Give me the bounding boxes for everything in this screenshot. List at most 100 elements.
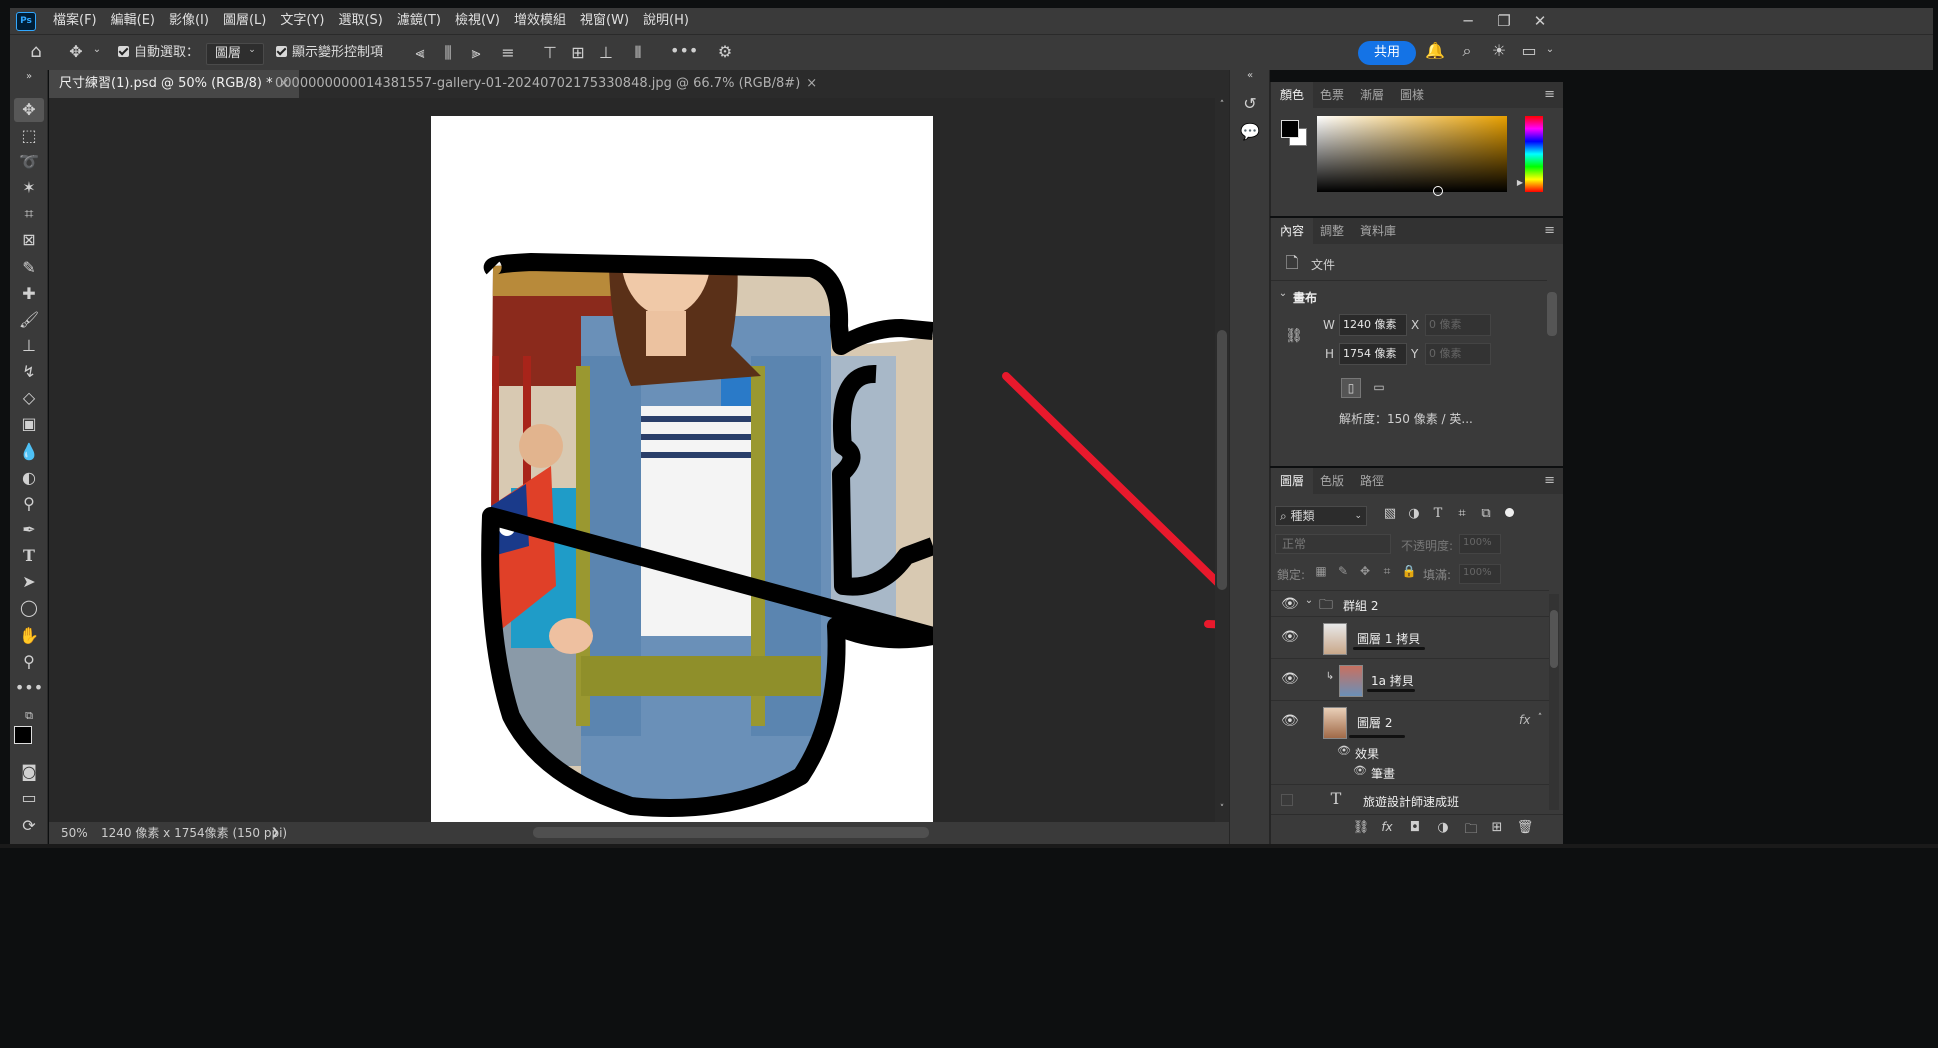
history-panel-icon[interactable]: ↺ [1237, 94, 1263, 113]
tab-adjustments[interactable]: 調整 [1311, 218, 1353, 244]
layer-row-text[interactable]: T 旅遊設計師速成班 [1271, 784, 1549, 815]
blend-mode-select[interactable]: 正常 [1275, 534, 1391, 554]
new-group-icon[interactable]: 🗀 [1461, 820, 1481, 842]
color-picker-field[interactable] [1317, 116, 1507, 192]
eye-icon[interactable]: 👁 [1281, 629, 1299, 645]
align-top-icon[interactable]: ⊤ [540, 43, 560, 62]
dodge-tool-icon[interactable]: ◐ [14, 466, 44, 490]
auto-select-checkbox[interactable]: 自動選取： [118, 43, 199, 63]
blur-tool-icon[interactable]: 💧 [14, 440, 44, 464]
tab-gradients[interactable]: 漸層 [1351, 82, 1393, 108]
hue-slider-marker[interactable]: ▶ [1515, 178, 1525, 187]
align-middle-icon[interactable]: ⊞ [568, 43, 588, 62]
tab-patterns[interactable]: 圖樣 [1391, 82, 1433, 108]
lightbulb-icon[interactable]: ☀ [1488, 41, 1510, 60]
foreground-color-swatch[interactable] [1281, 120, 1299, 138]
menu-layer[interactable]: 圖層(L) [216, 8, 273, 34]
menu-view[interactable]: 檢視(V) [448, 8, 507, 34]
filter-adjustment-icon[interactable]: ◑ [1405, 506, 1423, 521]
fill-field[interactable]: 100% [1459, 564, 1501, 584]
add-style-icon[interactable]: fx [1377, 820, 1397, 834]
healing-brush-tool-icon[interactable]: ✚ [14, 282, 44, 306]
generative-icon[interactable]: ⟳ [14, 814, 44, 838]
frame-tool-icon[interactable]: ⊠ [14, 228, 44, 252]
menu-window[interactable]: 視窗(W) [573, 8, 636, 34]
crop-tool-icon[interactable]: ⌗ [14, 202, 44, 226]
distribute-icon[interactable]: ≡ [498, 43, 518, 62]
x-field[interactable]: 0 像素 [1425, 314, 1491, 336]
magic-wand-tool-icon[interactable]: ✶ [14, 176, 44, 200]
menu-plugins[interactable]: 增效模組 [507, 8, 573, 34]
bell-icon[interactable]: 🔔 [1424, 41, 1446, 60]
pen-tool-icon[interactable]: ✒ [14, 518, 44, 542]
eye-icon[interactable]: 👁 [1281, 713, 1299, 729]
default-colors-icon[interactable]: ⧉ [14, 704, 44, 728]
panel-menu-icon[interactable]: ≡ [1544, 468, 1555, 494]
scroll-down-icon[interactable]: ˅ [1215, 804, 1229, 814]
panel-menu-icon[interactable]: ≡ [1544, 82, 1555, 108]
layer-row[interactable]: 👁 圖層 1 拷貝 [1271, 616, 1549, 659]
horizontal-scroll-thumb[interactable] [533, 827, 929, 838]
vertical-scroll-thumb[interactable] [1217, 330, 1227, 590]
tab-document-1[interactable]: 尺寸練習(1).psd @ 50% (RGB/8) * × [49, 70, 300, 98]
chevron-up-icon[interactable]: ˄ [1535, 713, 1545, 723]
tab-layers[interactable]: 圖層 [1271, 468, 1314, 494]
layer-filter-select[interactable]: ⌕ 種類 ⌄ [1275, 506, 1367, 526]
home-icon[interactable]: ⌂ [24, 41, 48, 62]
brush-tool-icon[interactable]: 🖌 [14, 308, 44, 332]
fx-badge[interactable]: fx [1519, 713, 1530, 727]
hand-tool-icon[interactable]: ✋ [14, 624, 44, 648]
menu-help[interactable]: 說明(H) [636, 8, 696, 34]
eye-icon[interactable]: 👁 [1281, 671, 1299, 687]
hue-slider[interactable] [1525, 116, 1543, 192]
zoom-level[interactable]: 50% [61, 822, 88, 844]
ellipse-tool-icon[interactable]: ◯ [14, 596, 44, 620]
filter-toggle-icon[interactable] [1505, 508, 1514, 517]
gradient-tool-icon[interactable]: ▣ [14, 412, 44, 436]
tab-channels[interactable]: 色版 [1311, 468, 1353, 494]
layer-row[interactable]: 👁 圖層 2 fx ˄ [1271, 700, 1549, 743]
lock-all-icon[interactable]: 🔒 [1401, 564, 1417, 578]
filter-type-icon[interactable]: T [1429, 506, 1447, 521]
eyedropper-tool-icon[interactable]: ✎ [14, 256, 44, 280]
quick-mask-icon[interactable]: ◙ [14, 760, 44, 784]
adjustment-layer-icon[interactable]: ◑ [1433, 820, 1453, 835]
menu-select[interactable]: 選取(S) [331, 8, 389, 34]
layers-scroll-thumb[interactable] [1550, 610, 1558, 668]
lock-position-icon[interactable]: ✥ [1357, 564, 1373, 578]
eye-icon[interactable]: 👁 [1353, 764, 1367, 777]
close-icon[interactable]: × [806, 76, 817, 91]
menu-type[interactable]: 文字(Y) [273, 8, 331, 34]
path-selection-tool-icon[interactable]: ➤ [14, 570, 44, 594]
lock-pixels-icon[interactable]: ✎ [1335, 564, 1351, 578]
filter-smart-object-icon[interactable]: ⧉ [1477, 506, 1495, 521]
eye-icon[interactable]: 👁 [1281, 596, 1299, 612]
foreground-color-swatch[interactable] [14, 726, 32, 744]
burn-tool-icon[interactable]: ⚲ [14, 492, 44, 516]
collapse-panels-icon[interactable]: « [1232, 70, 1268, 81]
effects-row[interactable]: 👁 效果 [1271, 742, 1549, 762]
portrait-orientation-icon[interactable]: ▯ [1341, 378, 1361, 398]
marquee-tool-icon[interactable]: ⬚ [14, 124, 44, 148]
layers-scrollbar[interactable] [1549, 594, 1559, 810]
layer-row[interactable]: 👁 ↳ 1a 拷貝 [1271, 658, 1549, 701]
tab-libraries[interactable]: 資料庫 [1351, 218, 1405, 244]
move-tool-icon[interactable]: ✥ [14, 98, 44, 122]
align-bottom-icon[interactable]: ⊥ [596, 43, 616, 62]
screen-mode-icon[interactable]: ▭ [14, 786, 44, 810]
type-tool-icon[interactable]: T [14, 544, 44, 568]
workspace-icon[interactable]: ▭ [1518, 41, 1540, 60]
menu-image[interactable]: 影像(I) [162, 8, 216, 34]
trash-icon[interactable]: 🗑 [1515, 820, 1535, 835]
panel-menu-icon[interactable]: ≡ [1544, 218, 1555, 244]
opacity-field[interactable]: 100% [1459, 534, 1501, 554]
move-tool-icon[interactable]: ✥ [64, 42, 88, 61]
color-picker-cursor[interactable] [1433, 186, 1443, 196]
filter-pixel-icon[interactable]: ▧ [1381, 506, 1399, 521]
search-icon[interactable]: ⌕ [1456, 41, 1478, 61]
align-right-icon[interactable]: ⫸ [466, 43, 486, 63]
collapse-toolbar-icon[interactable]: » [14, 70, 44, 84]
y-field[interactable]: 0 像素 [1425, 343, 1491, 365]
show-transform-checkbox[interactable]: 顯示變形控制項 [276, 43, 383, 63]
chevron-down-icon[interactable]: ⌄ [1303, 595, 1315, 606]
